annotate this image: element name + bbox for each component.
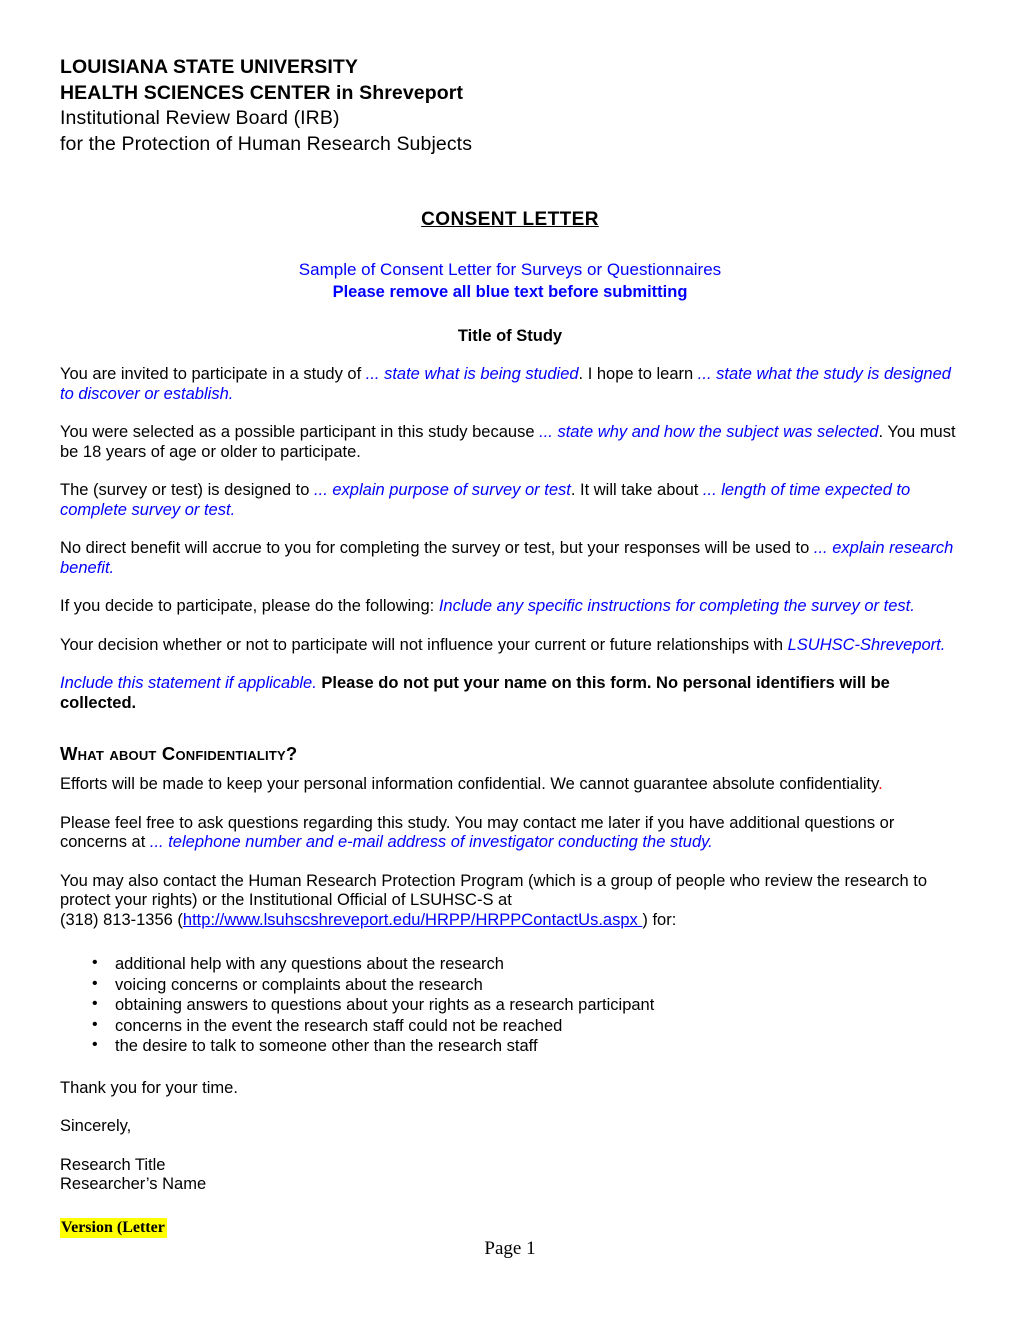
hrpp-contact-link[interactable]: http://www.lsuhscshreveport.edu/HRPP/HRP… bbox=[183, 911, 642, 929]
p1-placeholder-study: ... state what is being studied bbox=[365, 365, 579, 383]
p6-text-a: Your decision whether or not to particip… bbox=[60, 635, 788, 654]
questions-placeholder-contact: ... telephone number and e-mail address … bbox=[149, 833, 713, 851]
paragraph-hrpp-contact: You may also contact the Human Research … bbox=[60, 872, 960, 931]
paragraph-efforts: Efforts will be made to keep your person… bbox=[60, 775, 960, 795]
paragraph-invitation: You are invited to participate in a stud… bbox=[60, 365, 960, 404]
letterhead-line-center: HEALTH SCIENCES CENTER in Shreveport bbox=[60, 81, 464, 104]
p1-text-a: You are invited to participate in a stud… bbox=[60, 365, 366, 383]
list-item: concerns in the event the research staff… bbox=[60, 1015, 960, 1037]
letterhead-line-university: LOUISIANA STATE UNIVERSITY bbox=[60, 56, 359, 78]
paragraph-questions: Please feel free to ask questions regard… bbox=[60, 814, 960, 853]
sample-note: Sample of Consent Letter for Surveys or … bbox=[298, 260, 722, 279]
efforts-text: Efforts will be made to keep your person… bbox=[60, 775, 879, 793]
paragraph-voluntary: Your decision whether or not to particip… bbox=[60, 636, 960, 656]
p1-text-c: . I hope to learn bbox=[578, 365, 698, 383]
p5-text-a: If you decide to participate, please do … bbox=[60, 597, 439, 615]
closing-researcher-name: Researcher’s Name bbox=[60, 1175, 207, 1193]
p3-text-c: . It will take about bbox=[570, 481, 703, 499]
paragraph-anonymity: Include this statement if applicable. Pl… bbox=[60, 674, 960, 713]
p4-text-a: No direct benefit will accrue to you for… bbox=[60, 539, 814, 557]
p3-placeholder-purpose: ... explain purpose of survey or test bbox=[314, 481, 571, 499]
study-title-placeholder: Title of Study bbox=[457, 327, 563, 345]
p3-text-a: The (survey or test) is designed to bbox=[60, 481, 315, 499]
list-item: obtaining answers to questions about you… bbox=[60, 994, 960, 1016]
list-item: the desire to talk to someone other than… bbox=[60, 1035, 960, 1057]
hrpp-phone: (318) 813-1356 ( bbox=[60, 910, 183, 929]
p6-institution: LSUHSC-Shreveport. bbox=[787, 635, 946, 654]
p5-placeholder-instructions: Include any specific instructions for co… bbox=[438, 597, 915, 615]
page-title: CONSENT LETTER bbox=[421, 209, 599, 230]
letterhead-line-irb: Institutional Review Board (IRB) bbox=[60, 107, 340, 129]
p7-conditional-note: Include this statement if applicable. bbox=[60, 674, 317, 692]
document-page: LOUISIANA STATE UNIVERSITY HEALTH SCIENC… bbox=[0, 0, 1020, 1320]
letterhead: LOUISIANA STATE UNIVERSITY HEALTH SCIENC… bbox=[60, 55, 960, 157]
reasons-list: additional help with any questions about… bbox=[60, 953, 960, 1057]
p1-period: . bbox=[228, 384, 234, 403]
paragraph-benefit: No direct benefit will accrue to you for… bbox=[60, 539, 960, 578]
closing-thanks: Thank you for your time. bbox=[60, 1078, 238, 1097]
paragraph-selection: You were selected as a possible particip… bbox=[60, 423, 960, 462]
page-number: Page 1 bbox=[484, 1238, 536, 1259]
list-item: additional help with any questions about… bbox=[60, 953, 960, 975]
section-heading-confidentiality: What about Confidentiality? bbox=[60, 743, 298, 764]
list-item: voicing concerns or complaints about the… bbox=[60, 974, 960, 996]
p2-placeholder-selected: ... state why and how the subject was se… bbox=[539, 423, 879, 441]
p2-text-a: You were selected as a possible particip… bbox=[60, 423, 540, 441]
hrpp-after: ) for: bbox=[642, 910, 677, 929]
paragraph-purpose: The (survey or test) is designed to ... … bbox=[60, 481, 960, 520]
closing-sincerely: Sincerely, bbox=[60, 1117, 132, 1135]
document-content: LOUISIANA STATE UNIVERSITY HEALTH SCIENC… bbox=[60, 55, 960, 1195]
remove-blue-text-note: Please remove all blue text before submi… bbox=[332, 283, 688, 301]
efforts-period: . bbox=[878, 775, 883, 793]
version-highlight: Version (Letter bbox=[60, 1218, 167, 1238]
letterhead-line-protection: for the Protection of Human Research Sub… bbox=[60, 132, 473, 155]
paragraph-instructions: If you decide to participate, please do … bbox=[60, 597, 960, 617]
closing-research-title: Research Title bbox=[60, 1155, 166, 1174]
hrpp-text: You may also contact the Human Research … bbox=[60, 871, 928, 910]
